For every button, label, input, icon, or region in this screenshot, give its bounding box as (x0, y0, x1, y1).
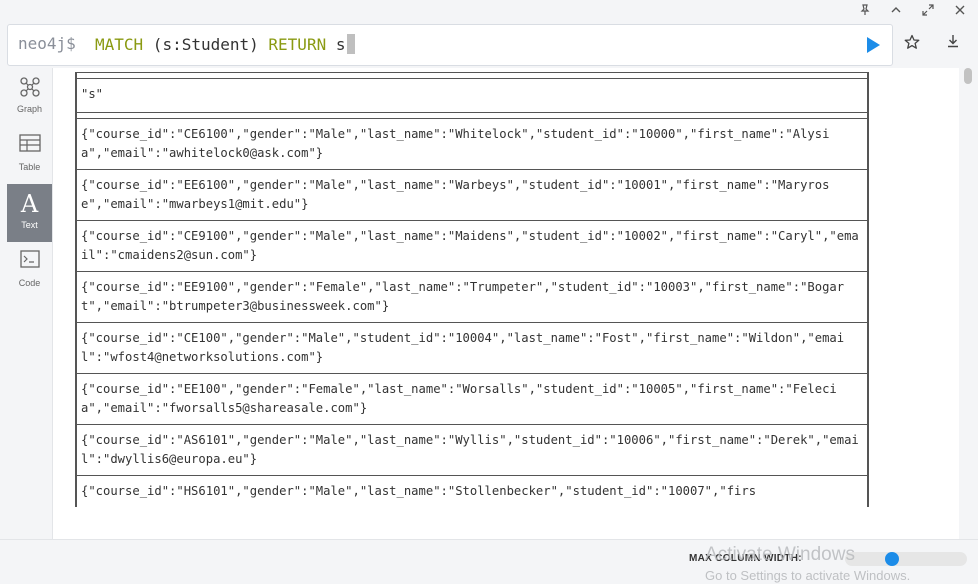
view-mode-table[interactable]: Table (7, 126, 52, 184)
table-row: {"course_id":"CE9100","gender":"Male","l… (81, 229, 859, 262)
view-mode-sidebar: Graph Table A Text Code (7, 68, 53, 539)
close-icon[interactable] (951, 3, 969, 21)
pin-icon[interactable] (856, 3, 874, 21)
activation-watermark-title: Activate Windows (705, 544, 855, 565)
table-row: {"course_id":"HS6101","gender":"Male","l… (81, 484, 757, 498)
text-result-table: "s" {"course_id":"CE6100","gender":"Male… (75, 72, 869, 507)
max-column-width-slider[interactable] (845, 552, 967, 566)
table-top-border (77, 72, 867, 79)
view-mode-label: Table (18, 162, 41, 172)
column-header: "s" (81, 87, 104, 101)
text-cursor (347, 34, 356, 54)
table-row: {"course_id":"EE9100","gender":"Female",… (81, 280, 845, 313)
activation-watermark-subtitle: Go to Settings to activate Windows. (705, 568, 911, 583)
query-keyword-match: MATCH (95, 35, 144, 54)
code-icon (7, 250, 52, 274)
table-row: {"course_id":"AS6101","gender":"Male","l… (81, 433, 859, 466)
table-icon (7, 134, 52, 158)
query-tail: s (326, 35, 346, 54)
window-controls-bar (0, 0, 978, 24)
view-mode-graph[interactable]: Graph (7, 68, 52, 126)
editor-prompt: neo4j$ (18, 34, 76, 53)
table-row: {"course_id":"EE6100","gender":"Male","l… (81, 178, 830, 211)
table-row: {"course_id":"EE100","gender":"Female","… (81, 382, 837, 415)
table-row: {"course_id":"CE100","gender":"Male","st… (81, 331, 845, 364)
scrollbar-thumb[interactable] (964, 68, 972, 84)
download-icon[interactable] (943, 34, 963, 51)
result-footer: MAX COLUMN WIDTH: Activate Windows Go to… (0, 539, 978, 584)
query-keyword-return: RETURN (268, 35, 327, 54)
result-pane: "s" {"course_id":"CE6100","gender":"Male… (53, 68, 959, 539)
chevron-up-icon[interactable] (887, 3, 905, 21)
view-mode-label: Graph (16, 104, 42, 114)
text-icon: A (20, 190, 39, 218)
table-row: {"course_id":"CE6100","gender":"Male","l… (81, 127, 830, 160)
run-query-button[interactable] (867, 37, 880, 53)
view-mode-text[interactable]: A Text (7, 184, 52, 242)
vertical-scrollbar[interactable] (963, 68, 973, 539)
header-separator (77, 112, 867, 119)
query-pattern: (s:Student) (143, 35, 269, 54)
favorite-star-icon[interactable] (902, 34, 922, 55)
view-mode-label: Code (18, 278, 41, 288)
slider-handle[interactable] (885, 552, 899, 566)
query-input[interactable]: MATCH (s:Student) RETURN s (95, 34, 356, 54)
view-mode-code[interactable]: Code (7, 242, 52, 300)
expand-icon[interactable] (919, 3, 937, 21)
query-editor[interactable]: neo4j$ MATCH (s:Student) RETURN s (7, 24, 893, 66)
graph-icon (7, 76, 52, 100)
view-mode-label: Text (21, 220, 38, 230)
